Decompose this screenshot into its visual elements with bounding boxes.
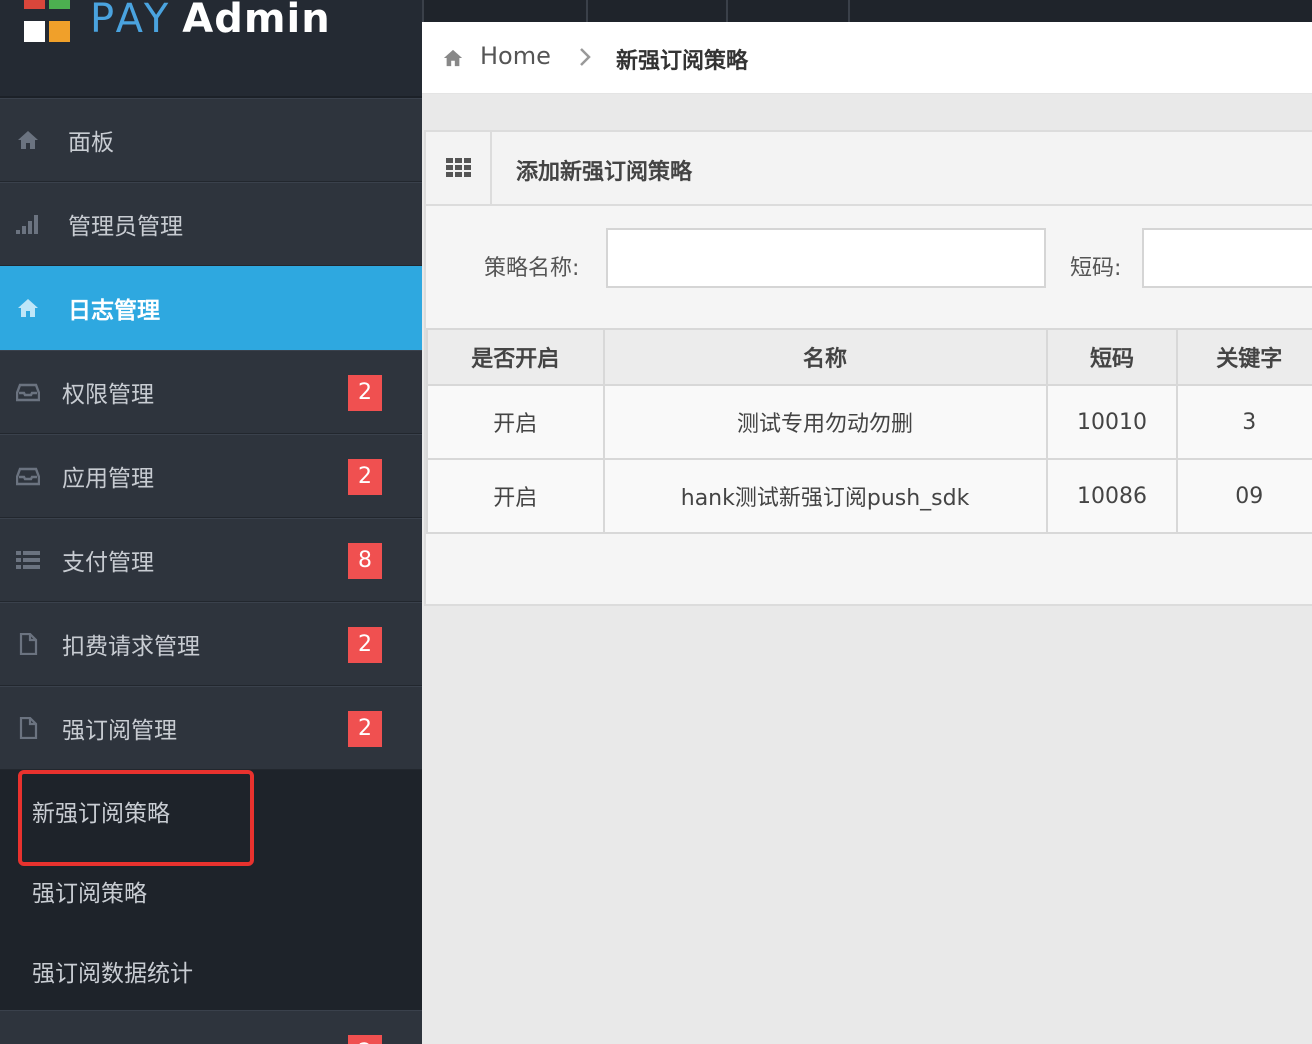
- cell-short-code: 10086: [1045, 458, 1179, 534]
- table-row[interactable]: 开启 测试专用勿动勿删 10010 3: [426, 384, 1312, 460]
- submenu-strategy[interactable]: 强订阅策略: [32, 874, 147, 908]
- grid-icon: [446, 158, 471, 177]
- sidebar-item-logs[interactable]: 日志管理: [0, 266, 422, 350]
- count-badge: 2: [348, 711, 382, 747]
- sidebar-item-label: 支付管理: [62, 550, 154, 576]
- logo-icon: [24, 0, 70, 44]
- sidebar-item-label: 面板: [68, 130, 114, 156]
- inbox-icon: [16, 383, 40, 402]
- sidebar-item-apps[interactable]: 应用管理 2: [0, 434, 422, 518]
- logo-pay: PAY: [90, 0, 173, 42]
- breadcrumb-home-link[interactable]: Home: [480, 42, 551, 70]
- strategy-name-label: 策略名称:: [484, 256, 580, 281]
- column-header-short-code[interactable]: 短码: [1045, 328, 1179, 386]
- home-icon: [443, 49, 463, 67]
- table-row[interactable]: 开启 hank测试新强订阅push_sdk 10086 09: [426, 458, 1312, 534]
- strategy-form: 策略名称: 短码:: [426, 206, 1312, 328]
- cell-enabled: 开启: [426, 458, 605, 534]
- cell-keyword: 09: [1176, 458, 1312, 534]
- column-header-name[interactable]: 名称: [602, 328, 1048, 386]
- breadcrumb: Home 新强订阅策略: [422, 22, 1312, 94]
- file-icon: [19, 717, 38, 739]
- count-badge: 2: [348, 627, 382, 663]
- sidebar-item-permissions[interactable]: 权限管理 2: [0, 350, 422, 434]
- list-icon: [16, 551, 40, 569]
- sidebar-item-label: 日志管理: [68, 298, 160, 324]
- sidebar-item-label: 权限管理: [62, 382, 154, 408]
- column-header-enabled[interactable]: 是否开启: [426, 328, 605, 386]
- sidebar-item-dashboard[interactable]: 面板: [0, 98, 422, 182]
- cell-keyword: 3: [1176, 384, 1312, 460]
- strategy-table: 是否开启 名称 短码 关键字 开启 测试专用勿动勿删 10010 3 开启 ha…: [426, 328, 1312, 534]
- file-icon: [19, 633, 38, 655]
- panel-header: 添加新强订阅策略: [426, 132, 1312, 206]
- short-code-label: 短码:: [1070, 256, 1122, 281]
- sidebar: PAY Admin 面板 管理员管理 日志管理 权限管理 2 应用管理 2 支付管…: [0, 0, 422, 1044]
- cell-name: hank测试新强订阅push_sdk: [602, 458, 1048, 534]
- cell-short-code: 10010: [1045, 384, 1179, 460]
- table-header-row: 是否开启 名称 短码 关键字: [426, 328, 1312, 386]
- count-badge: 2: [348, 459, 382, 495]
- submenu-statistics[interactable]: 强订阅数据统计: [32, 954, 193, 988]
- sidebar-nav: 面板 管理员管理 日志管理 权限管理 2 应用管理 2 支付管理 8 扣费请求管…: [0, 98, 422, 1044]
- sidebar-item-label: 管理员管理: [68, 214, 183, 240]
- sidebar-item-admins[interactable]: 管理员管理: [0, 182, 422, 266]
- column-header-keyword[interactable]: 关键字: [1176, 328, 1312, 386]
- highlight-annotation: [18, 770, 254, 866]
- cell-enabled: 开启: [426, 384, 605, 460]
- count-badge: 2: [348, 375, 382, 411]
- inbox-icon: [16, 467, 40, 486]
- sidebar-item-label: 强订阅管理: [62, 718, 177, 744]
- sidebar-item-charge-requests[interactable]: 扣费请求管理 2: [0, 602, 422, 686]
- breadcrumb-current: 新强订阅策略: [616, 49, 749, 74]
- logo-bar: PAY Admin: [0, 0, 422, 98]
- home-icon: [18, 299, 38, 317]
- top-navbar: [422, 0, 1312, 22]
- chevron-right-icon: [580, 48, 591, 66]
- signal-icon: [16, 215, 38, 234]
- strategy-panel: 添加新强订阅策略 策略名称: 短码: 是否开启 名称 短码 关键字 开启 测试专…: [424, 130, 1312, 606]
- sidebar-item-subscriptions[interactable]: 强订阅管理 2: [0, 686, 422, 770]
- sidebar-item-next[interactable]: 2: [0, 1010, 422, 1044]
- home-icon: [18, 131, 38, 149]
- strategy-name-input[interactable]: [606, 228, 1046, 288]
- sidebar-item-payments[interactable]: 支付管理 8: [0, 518, 422, 602]
- app-logo-text[interactable]: PAY Admin: [90, 0, 331, 42]
- cell-name: 测试专用勿动勿删: [602, 384, 1048, 460]
- panel-title: 添加新强订阅策略: [516, 160, 693, 185]
- logo-admin: Admin: [182, 0, 331, 42]
- count-badge: 2: [348, 1035, 382, 1044]
- sidebar-item-label: 应用管理: [62, 466, 154, 492]
- sidebar-item-label: 扣费请求管理: [62, 634, 200, 660]
- short-code-input[interactable]: [1142, 228, 1312, 288]
- count-badge: 8: [348, 543, 382, 579]
- panel-icon-box: [426, 132, 492, 204]
